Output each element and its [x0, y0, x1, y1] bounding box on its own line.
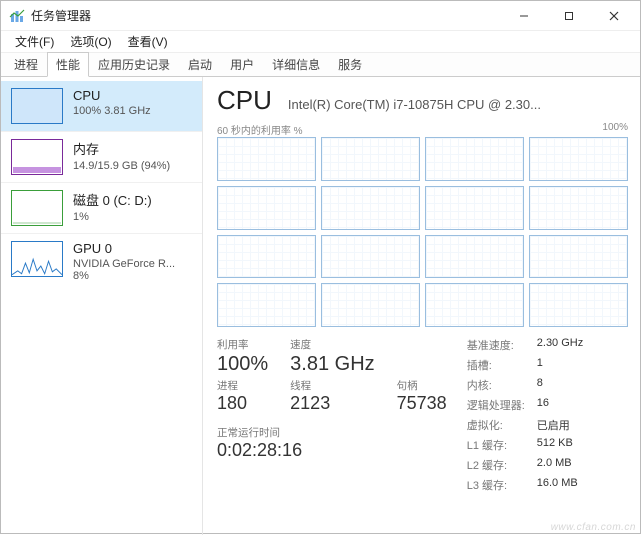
- menu-options[interactable]: 选项(O): [62, 31, 119, 52]
- l1-cache-label: L1 缓存:: [467, 437, 525, 453]
- per-core-chart-grid[interactable]: [217, 137, 628, 327]
- uptime-value: 0:02:28:16: [217, 440, 447, 462]
- core-chart: [529, 137, 628, 181]
- chart-caption-right: 100%: [602, 122, 628, 137]
- cores-label: 内核:: [467, 377, 525, 393]
- cores-value: 8: [537, 377, 583, 393]
- l3-cache-label: L3 缓存:: [467, 477, 525, 493]
- virtualization-label: 虚拟化:: [467, 417, 525, 433]
- stats-left: 利用率 100% 速度 3.81 GHz 进程 180 线程 2123 句柄: [217, 337, 447, 493]
- core-chart: [217, 137, 316, 181]
- tab-startup[interactable]: 启动: [179, 52, 221, 76]
- logical-processors-label: 逻辑处理器:: [467, 397, 525, 413]
- logical-processors-value: 16: [537, 397, 583, 413]
- cpu-thumb-icon: [11, 88, 63, 124]
- close-button[interactable]: [591, 2, 636, 30]
- tab-services[interactable]: 服务: [329, 52, 371, 76]
- gpu-thumb-icon: [11, 241, 63, 277]
- core-chart: [217, 235, 316, 279]
- sidebar-item-cpu[interactable]: CPU 100% 3.81 GHz: [1, 81, 202, 131]
- sidebar-item-gpu[interactable]: GPU 0 NVIDIA GeForce R... 8%: [1, 233, 202, 289]
- main-heading: CPU: [217, 85, 272, 116]
- maximize-button[interactable]: [546, 2, 591, 30]
- tab-row: 进程 性能 应用历史记录 启动 用户 详细信息 服务: [1, 53, 640, 77]
- core-chart: [529, 283, 628, 327]
- chart-caption-left: 60 秒内的利用率 %: [217, 122, 303, 137]
- memory-thumb-icon: [11, 139, 63, 175]
- sidebar-memory-sub: 14.9/15.9 GB (94%): [73, 160, 170, 172]
- watermark: www.cfan.com.cn: [551, 522, 636, 533]
- app-icon: [9, 8, 25, 24]
- tab-details[interactable]: 详细信息: [263, 52, 329, 76]
- base-speed-label: 基准速度:: [467, 337, 525, 353]
- sidebar-gpu-vendor: NVIDIA GeForce R...: [73, 258, 175, 270]
- performance-sidebar: CPU 100% 3.81 GHz 内存 14.9/15.9 GB (94%) …: [1, 77, 203, 535]
- l2-cache-value: 2.0 MB: [537, 457, 583, 473]
- core-chart: [321, 137, 420, 181]
- threads-value: 2123: [290, 393, 374, 415]
- stats-right: 基准速度: 2.30 GHz 插槽: 1 内核: 8 逻辑处理器: 16 虚拟化…: [467, 337, 584, 493]
- cpu-model: Intel(R) Core(TM) i7-10875H CPU @ 2.30..…: [288, 97, 541, 112]
- core-chart: [425, 283, 524, 327]
- l3-cache-value: 16.0 MB: [537, 477, 583, 493]
- threads-label: 线程: [290, 378, 374, 393]
- core-chart: [529, 186, 628, 230]
- sidebar-gpu-percent: 8%: [73, 270, 175, 282]
- l1-cache-value: 512 KB: [537, 437, 583, 453]
- utilization-value: 100%: [217, 352, 268, 376]
- disk-thumb-icon: [11, 190, 63, 226]
- tab-apphistory[interactable]: 应用历史记录: [89, 52, 179, 76]
- virtualization-value: 已启用: [537, 417, 583, 433]
- core-chart: [321, 283, 420, 327]
- core-chart: [217, 283, 316, 327]
- minimize-button[interactable]: [501, 2, 546, 30]
- tab-performance[interactable]: 性能: [47, 52, 89, 77]
- menu-view[interactable]: 查看(V): [120, 31, 176, 52]
- tab-users[interactable]: 用户: [221, 52, 263, 76]
- handles-label: 句柄: [397, 378, 447, 393]
- menubar: 文件(F) 选项(O) 查看(V): [1, 31, 640, 53]
- processes-value: 180: [217, 393, 268, 415]
- performance-main: CPU Intel(R) Core(TM) i7-10875H CPU @ 2.…: [203, 77, 640, 535]
- utilization-label: 利用率: [217, 337, 268, 352]
- sidebar-cpu-title: CPU: [73, 88, 151, 103]
- processes-label: 进程: [217, 378, 268, 393]
- core-chart: [425, 137, 524, 181]
- core-chart: [425, 235, 524, 279]
- sidebar-disk-sub: 1%: [73, 211, 152, 223]
- speed-value: 3.81 GHz: [290, 352, 374, 376]
- tab-processes[interactable]: 进程: [5, 52, 47, 76]
- l2-cache-label: L2 缓存:: [467, 457, 525, 473]
- base-speed-value: 2.30 GHz: [537, 337, 583, 353]
- sidebar-cpu-sub: 100% 3.81 GHz: [73, 105, 151, 117]
- window-title: 任务管理器: [31, 7, 91, 24]
- titlebar: 任务管理器: [1, 1, 640, 31]
- core-chart: [321, 235, 420, 279]
- sidebar-memory-title: 内存: [73, 139, 170, 158]
- core-chart: [321, 186, 420, 230]
- uptime-label: 正常运行时间: [217, 425, 447, 440]
- speed-label: 速度: [290, 337, 374, 352]
- sidebar-item-memory[interactable]: 内存 14.9/15.9 GB (94%): [1, 131, 202, 182]
- core-chart: [217, 186, 316, 230]
- sockets-label: 插槽:: [467, 357, 525, 373]
- sockets-value: 1: [537, 357, 583, 373]
- handles-value: 75738: [397, 393, 447, 415]
- menu-file[interactable]: 文件(F): [7, 31, 62, 52]
- sidebar-gpu-title: GPU 0: [73, 241, 175, 256]
- window-controls: [501, 2, 636, 30]
- core-chart: [425, 186, 524, 230]
- sidebar-item-disk[interactable]: 磁盘 0 (C: D:) 1%: [1, 182, 202, 233]
- sidebar-disk-title: 磁盘 0 (C: D:): [73, 190, 152, 209]
- core-chart: [529, 235, 628, 279]
